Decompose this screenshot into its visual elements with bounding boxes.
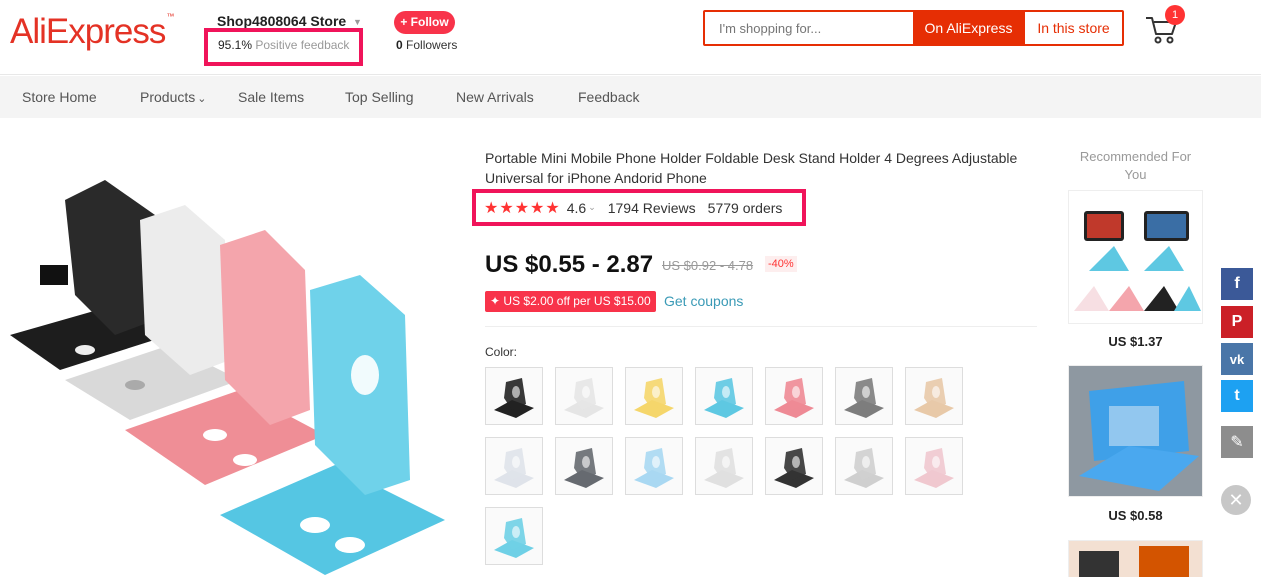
color-swatch[interactable]: [765, 437, 823, 495]
coupon-text: US $2.00 off per US $15.00: [503, 294, 651, 308]
feedback-percent: 95.1%: [218, 38, 253, 52]
followers-count: 0 Followers: [396, 38, 457, 52]
orders-count: 5779 orders: [707, 199, 783, 216]
product-price: US $0.55 - 2.87: [485, 251, 654, 278]
phone-stand-thumbnail: [704, 448, 744, 488]
phone-stand-thumbnail: [564, 448, 604, 488]
original-price: US $0.92 - 4.78: [662, 258, 754, 273]
color-swatch[interactable]: [485, 507, 543, 565]
divider: [485, 326, 1037, 327]
phone-stand-thumbnail: [1074, 211, 1201, 311]
phone-stand-thumbnail: [914, 448, 954, 488]
recommended-item-image[interactable]: [1068, 365, 1203, 497]
pinterest-share-icon[interactable]: P: [1221, 306, 1253, 338]
rating-highlight: ★★★★★ 4.6 ⌄ 1794 Reviews 5779 orders: [472, 189, 806, 226]
recommended-price: US $0.58: [1108, 508, 1163, 523]
color-swatch[interactable]: [555, 367, 613, 425]
reviews-count[interactable]: 1794 Reviews: [608, 200, 696, 216]
edit-icon[interactable]: ✎: [1221, 426, 1253, 458]
phone-stand-thumbnail: [494, 448, 534, 488]
color-swatch[interactable]: [485, 367, 543, 425]
phone-stand-thumbnail: [634, 378, 674, 418]
store-header: AliExpress™ Shop4808064 Store ▼ 95.1% Po…: [0, 0, 1261, 75]
chevron-down-icon: ⌄: [197, 93, 207, 105]
cart-count-badge: 1: [1165, 5, 1185, 25]
color-swatch[interactable]: [835, 437, 893, 495]
rating-stars: ★★★★★: [484, 199, 561, 217]
store-name[interactable]: Shop4808064 Store: [217, 13, 346, 29]
color-swatch[interactable]: [695, 437, 753, 495]
recommended-item-image[interactable]: [1068, 540, 1203, 577]
nav-new-arrivals[interactable]: New Arrivals: [456, 89, 534, 105]
follow-button[interactable]: + Follow: [394, 11, 455, 34]
positive-feedback-highlight: 95.1% Positive feedback: [204, 28, 363, 66]
search-on-aliexpress-button[interactable]: On AliExpress: [913, 12, 1024, 44]
coupon-icon: ✦: [490, 294, 501, 308]
phone-stand-thumbnail: [774, 378, 814, 418]
followers-label: Followers: [406, 38, 458, 52]
product-title: Portable Mini Mobile Phone Holder Foldab…: [485, 150, 1018, 186]
phone-stand-thumbnail: [704, 378, 744, 418]
nav-sale-items[interactable]: Sale Items: [238, 89, 304, 105]
logo-trademark: ™: [166, 12, 174, 21]
color-swatch[interactable]: [555, 437, 613, 495]
store-navigation: Store Home Products ⌄ Sale Items Top Sell…: [0, 76, 1261, 118]
phone-stand-thumbnail: [1079, 546, 1189, 577]
nav-products[interactable]: Products ⌄: [140, 89, 206, 105]
recommended-price: US $1.37: [1108, 334, 1163, 349]
phone-stand-thumbnail: [564, 378, 604, 418]
aliexpress-logo[interactable]: AliExpress™: [10, 12, 174, 52]
phone-stand-thumbnail: [774, 448, 814, 488]
get-coupons-link[interactable]: Get coupons: [664, 293, 743, 309]
recommended-title: Recommended For You: [1079, 149, 1192, 182]
phone-stand-thumbnail: [844, 448, 884, 488]
phone-stand-thumbnail: [634, 448, 674, 488]
color-swatch[interactable]: [905, 437, 963, 495]
color-swatch[interactable]: [835, 367, 893, 425]
followers-number: 0: [396, 38, 403, 52]
search-bar: On AliExpress In this store: [703, 10, 1124, 46]
chevron-down-icon[interactable]: ▼: [353, 17, 362, 27]
phone-stand-thumbnail: [494, 378, 534, 418]
facebook-share-icon[interactable]: f: [1221, 268, 1253, 300]
phone-stand-thumbnail: [914, 378, 954, 418]
coupon-badge[interactable]: ✦ US $2.00 off per US $15.00: [485, 291, 656, 312]
nav-top-selling[interactable]: Top Selling: [345, 89, 414, 105]
recommended-item-image[interactable]: [1068, 190, 1203, 324]
close-icon[interactable]: ✕: [1221, 485, 1251, 515]
vk-share-icon[interactable]: vk: [1221, 343, 1253, 375]
nav-store-home[interactable]: Store Home: [22, 89, 97, 105]
phone-stand-thumbnail: [1069, 366, 1202, 496]
twitter-share-icon[interactable]: t: [1221, 380, 1253, 412]
color-swatch[interactable]: [765, 367, 823, 425]
phone-stand-thumbnail: [494, 518, 534, 558]
chevron-down-icon[interactable]: ⌄: [588, 202, 596, 213]
color-swatch[interactable]: [625, 367, 683, 425]
search-in-store-button[interactable]: In this store: [1024, 12, 1122, 44]
discount-badge: -40%: [765, 256, 797, 272]
color-swatch[interactable]: [625, 437, 683, 495]
color-label: Color:: [485, 345, 518, 359]
phone-stand-thumbnail: [844, 378, 884, 418]
nav-feedback[interactable]: Feedback: [578, 89, 639, 105]
product-main-image[interactable]: [5, 145, 455, 577]
feedback-label: Positive feedback: [255, 38, 350, 52]
rating-value[interactable]: 4.6: [567, 200, 586, 216]
nav-products-label: Products: [140, 89, 196, 105]
color-swatch[interactable]: [695, 367, 753, 425]
logo-text: AliExpress: [10, 12, 166, 51]
color-swatch[interactable]: [905, 367, 963, 425]
color-swatch[interactable]: [485, 437, 543, 495]
search-input[interactable]: [705, 12, 913, 44]
